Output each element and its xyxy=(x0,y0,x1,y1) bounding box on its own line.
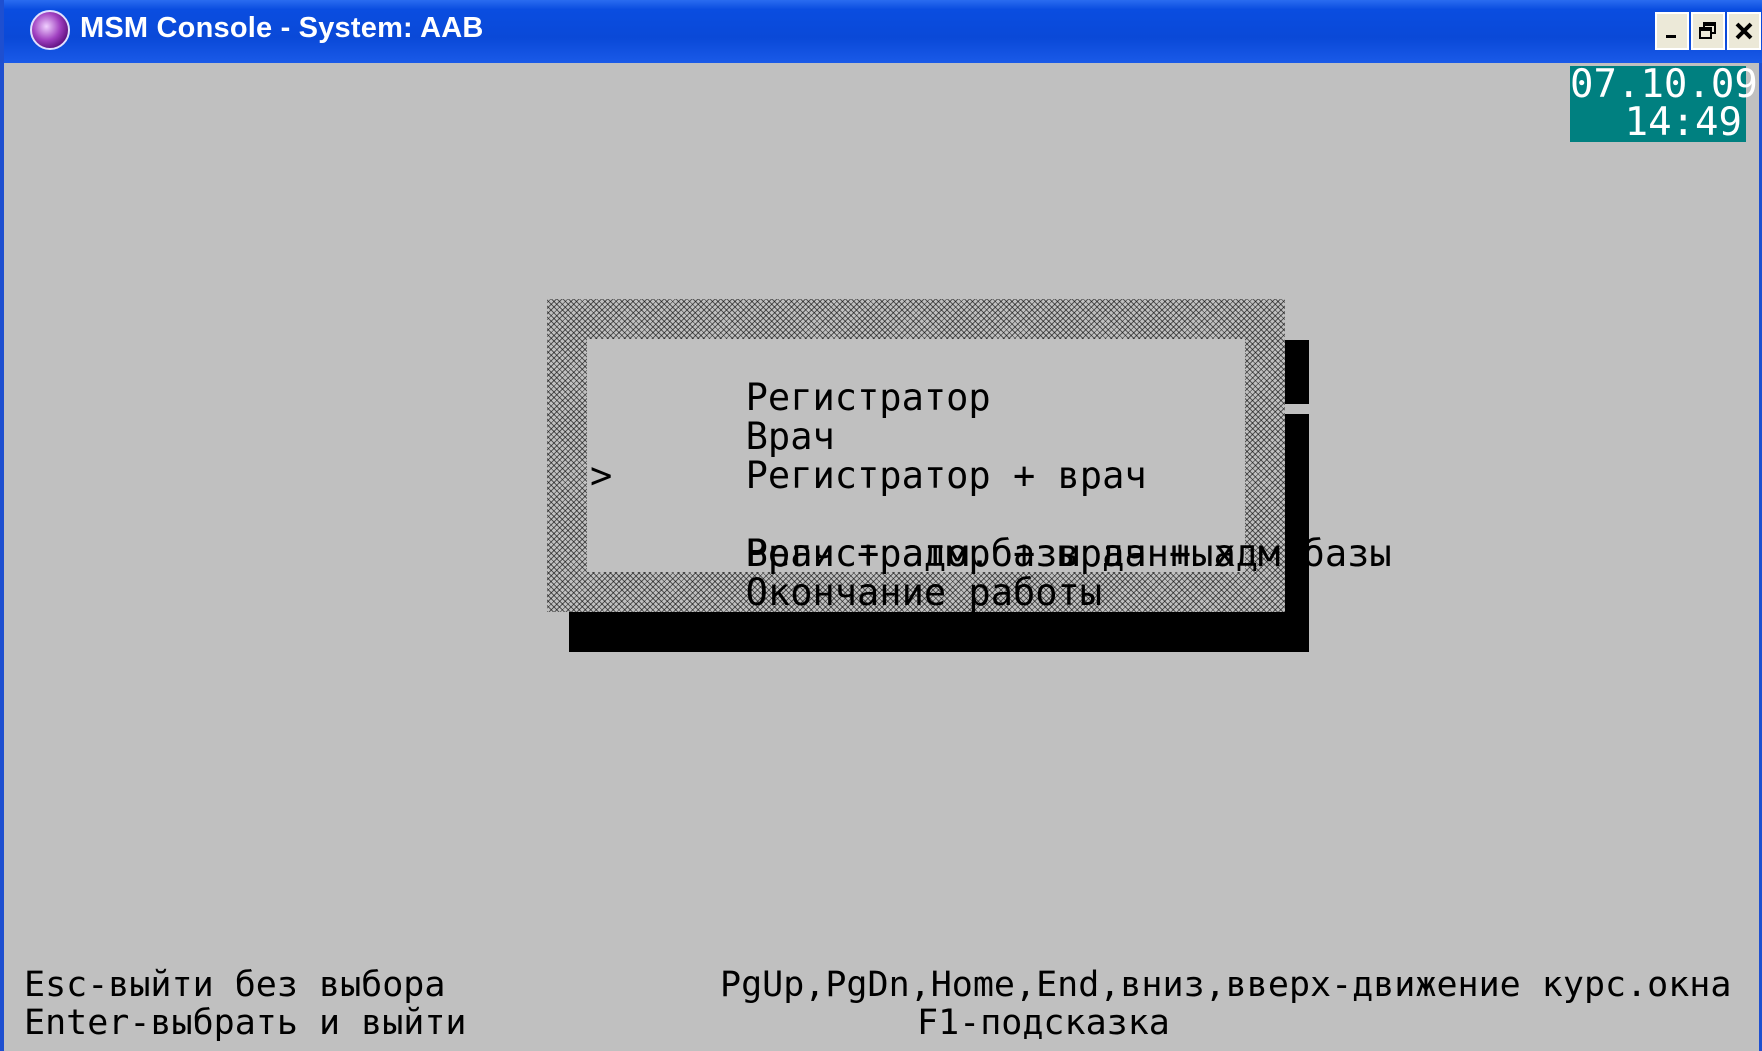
hint-navigation: PgUp,PgDn,Home,End,вниз,вверх-движение к… xyxy=(720,965,1732,1005)
close-icon xyxy=(1735,22,1753,40)
minimize-icon xyxy=(1666,35,1676,38)
clock-display: 07.10.09 14:49 xyxy=(1570,62,1758,145)
menu-item-doctor[interactable]: Врач xyxy=(590,378,1392,456)
clock-date: 07.10.09 xyxy=(1570,62,1758,107)
hint-help: F1-подсказка xyxy=(917,1003,1170,1043)
clock-time: 14:49 xyxy=(1624,100,1742,145)
title-bar[interactable]: MSM Console - System: AAB xyxy=(4,0,1762,63)
menu-item-registrar-doctor[interactable]: Регистратор + врач xyxy=(590,417,1392,495)
restore-button[interactable] xyxy=(1691,12,1725,50)
close-button[interactable] xyxy=(1727,12,1761,50)
hint-enter: Enter-выбрать и выйти xyxy=(24,1003,467,1043)
menu-item-registrar[interactable]: Регистратор xyxy=(590,339,1392,417)
window-title: MSM Console - System: AAB xyxy=(80,12,484,44)
minimize-button[interactable] xyxy=(1655,12,1689,50)
selection-pointer-icon: > xyxy=(590,454,613,497)
console-window: MSM Console - System: AAB 07.10.09 14:49 xyxy=(0,0,1762,1051)
hint-esc: Esc-выйти без выбора xyxy=(24,965,446,1005)
menu-item-registrar-doctor-admin[interactable]: > Регистратор + врач + адм.базы xyxy=(590,454,1392,573)
menu-item-exit[interactable]: Окончание работы xyxy=(590,534,1392,612)
app-icon[interactable] xyxy=(30,10,70,50)
menu-item-label: Окончание работы xyxy=(745,571,1103,614)
restore-icon xyxy=(1699,22,1716,39)
role-menu: Регистратор Врач Регистратор + врач > Ре… xyxy=(590,339,1392,612)
menu-item-doctor-admin[interactable]: Врач + адм.базы данных xyxy=(590,495,1392,573)
